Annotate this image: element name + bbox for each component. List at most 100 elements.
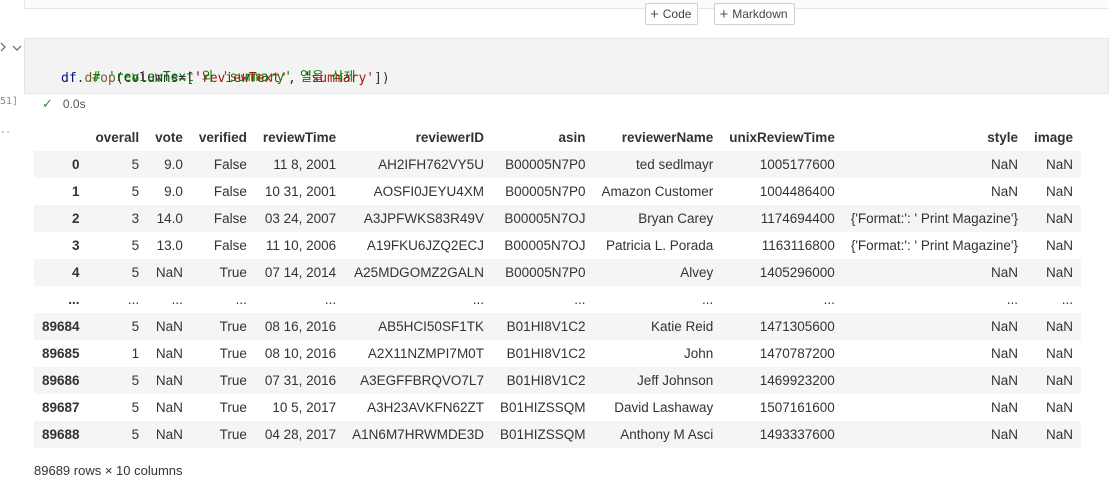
table-cell: True xyxy=(219,373,247,388)
table-cell: David Lashaway xyxy=(614,400,714,415)
table-cell: NaN xyxy=(990,265,1018,280)
previous-cell-bottom xyxy=(24,0,1109,9)
table-cell: Bryan Carey xyxy=(638,211,714,226)
table-row: 89687 5 NaN True 10 5, 2017 A3H23AVKFN62ZT B01… xyxy=(34,394,1081,421)
dataframe-table: overall vote verified reviewTime reviewerID a… xyxy=(34,124,1081,448)
table-cell: 10 31, 2001 xyxy=(264,184,337,199)
table-cell: AOSFI0JEYU4XM xyxy=(373,184,484,199)
table-cell: John xyxy=(684,346,714,361)
add-markdown-label: Markdown xyxy=(732,7,788,21)
row-index: 3 xyxy=(72,238,80,253)
chevron-down-icon[interactable] xyxy=(12,43,22,53)
table-cell: 9.0 xyxy=(164,157,183,172)
table-cell: 08 10, 2016 xyxy=(264,346,337,361)
table-cell: Katie Reid xyxy=(650,319,714,334)
table-cell: ... xyxy=(127,292,140,307)
output-more-icon[interactable]: ·· xyxy=(1,124,11,138)
table-cell: 9.0 xyxy=(164,184,183,199)
add-code-button[interactable]: + Code xyxy=(645,3,699,25)
table-row: 0 5 9.0 False 11 8, 2001 AH2IFH762VY5U B00005N… xyxy=(34,151,1081,178)
table-cell: NaN xyxy=(990,319,1018,334)
table-cell: A3H23AVKFN62ZT xyxy=(367,400,484,415)
table-cell: True xyxy=(219,400,247,415)
code-editor[interactable]: # 'reviewText'와 'summary' 열을 삭제 df.drop(… xyxy=(24,38,1109,94)
table-cell: 5 xyxy=(131,184,140,199)
table-cell: False xyxy=(213,211,247,226)
add-code-label: Code xyxy=(662,7,692,21)
table-cell: 1493337600 xyxy=(759,427,835,442)
table-cell: 5 xyxy=(131,319,140,334)
code-token: 'reviewText' xyxy=(194,71,288,86)
table-cell: B00005N7P0 xyxy=(505,157,586,172)
table-cell: A19FKU6JZQ2ECJ xyxy=(366,238,484,253)
table-cell: 1174694400 xyxy=(760,211,835,226)
add-markdown-button[interactable]: + Markdown xyxy=(714,3,795,25)
table-cell: ... xyxy=(823,292,835,307)
table-cell: 5 xyxy=(131,157,140,172)
table-cell: A25MDGOMZ2GALN xyxy=(354,265,484,280)
table-cell: A2X11NZMPI7M0T xyxy=(367,346,484,361)
code-token: 'summary' xyxy=(303,71,375,86)
row-index: 4 xyxy=(72,265,80,280)
table-cell: NaN xyxy=(1045,427,1073,442)
table-row: 89685 1 NaN True 08 10, 2016 A2X11NZMPI7M0T B0… xyxy=(34,340,1081,367)
table-header-row: overall vote verified reviewTime reviewerID a… xyxy=(34,124,1081,151)
exec-time: 0.0s xyxy=(62,97,86,111)
table-cell: NaN xyxy=(1045,184,1073,199)
table-cell: ... xyxy=(574,292,586,307)
table-cell: 1 xyxy=(131,346,140,361)
table-cell: A1N6M7HRWMDE3D xyxy=(352,427,484,442)
table-cell: A3EGFFBRQVO7L7 xyxy=(360,373,484,388)
cell-gutter xyxy=(0,40,22,58)
table-row: 4 5 NaN True 07 14, 2014 A25MDGOMZ2GALN B00005… xyxy=(34,259,1081,286)
table-cell: NaN xyxy=(155,346,183,361)
table-cell: 03 24, 2007 xyxy=(264,211,337,226)
table-cell: 10 5, 2017 xyxy=(272,400,337,415)
row-index: 0 xyxy=(72,157,80,172)
code-line-2: df.drop(columns=['reviewText', 'summary'… xyxy=(61,71,390,86)
table-cell: NaN xyxy=(1045,211,1073,226)
table-cell: Amazon Customer xyxy=(601,184,714,199)
table-cell: B00005N7OJ xyxy=(504,238,586,253)
table-cell: 11 8, 2001 xyxy=(273,157,337,172)
table-cell: 5 xyxy=(131,373,140,388)
table-cell: Patricia L. Porada xyxy=(605,238,714,253)
row-index: 2 xyxy=(72,211,80,226)
table-cell: 5 xyxy=(131,238,140,253)
table-row: 89686 5 NaN True 07 31, 2016 A3EGFFBRQVO7L7 B0… xyxy=(34,367,1081,394)
cell-status: ✓ 0.0s xyxy=(42,96,86,112)
table-cell: True xyxy=(219,346,247,361)
table-cell: True xyxy=(219,265,247,280)
table-row: ................................. xyxy=(34,286,1081,313)
column-header: reviewerName xyxy=(621,130,714,145)
table-cell: 08 16, 2016 xyxy=(264,319,337,334)
check-icon: ✓ xyxy=(42,96,53,111)
table-cell: NaN xyxy=(1045,238,1073,253)
table-cell: NaN xyxy=(1045,346,1073,361)
plus-icon: + xyxy=(650,5,659,23)
column-header xyxy=(34,124,88,151)
table-cell: NaN xyxy=(155,427,183,442)
table-cell: NaN xyxy=(1045,400,1073,415)
table-cell: ted sedlmayr xyxy=(635,157,714,172)
table-cell: B01HI8V1C2 xyxy=(506,373,586,388)
table-cell: A3JPFWKS83R49V xyxy=(363,211,484,226)
column-header: vote xyxy=(155,130,183,145)
table-cell: 07 31, 2016 xyxy=(264,373,337,388)
table-cell: B00005N7OJ xyxy=(504,211,586,226)
table-cell: ... xyxy=(1006,292,1018,307)
table-cell: {'Format:': ' Print Magazine'} xyxy=(850,238,1018,253)
table-cell: 1471305600 xyxy=(759,319,835,334)
table-cell: B00005N7P0 xyxy=(505,265,586,280)
table-cell: False xyxy=(213,238,247,253)
column-header: reviewTime xyxy=(262,130,337,145)
table-cell: B01HIZSSQM xyxy=(499,400,586,415)
code-token: (columns=[ xyxy=(115,71,195,86)
table-cell: NaN xyxy=(1045,265,1073,280)
table-cell: AB5HCI50SF1TK xyxy=(378,319,484,334)
table-cell: {'Format:': ' Print Magazine'} xyxy=(850,211,1018,226)
row-index: 89688 xyxy=(42,427,80,442)
column-header: overall xyxy=(95,130,140,145)
table-cell: True xyxy=(219,427,247,442)
table-cell: NaN xyxy=(1045,319,1073,334)
